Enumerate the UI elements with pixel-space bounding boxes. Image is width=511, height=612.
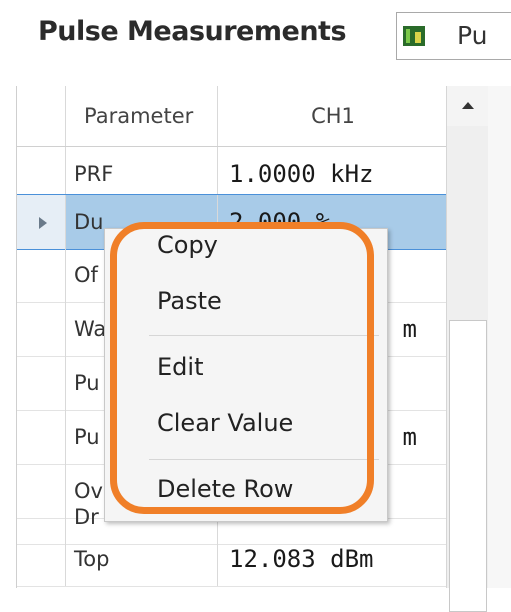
panel-title: Pulse Measurements [38, 16, 347, 47]
row-selector[interactable] [17, 248, 66, 302]
vertical-scrollbar[interactable] [446, 86, 489, 612]
row-selector[interactable] [17, 532, 66, 586]
table-header-row: Parameter CH1 [17, 86, 447, 147]
scroll-up-arrow-icon[interactable] [447, 86, 489, 126]
context-menu-clear-value[interactable]: Clear Value [157, 409, 293, 437]
context-menu-separator [149, 335, 379, 336]
context-menu: Copy Paste Edit Clear Value Delete Row [104, 228, 388, 522]
column-header-parameter[interactable]: Parameter [66, 86, 218, 146]
row-selector[interactable] [17, 195, 66, 249]
right-gutter [488, 86, 511, 588]
column-header-ch1[interactable]: CH1 [219, 86, 447, 146]
row-selector[interactable] [17, 356, 66, 410]
row-selector[interactable] [17, 302, 66, 356]
row-selector[interactable] [17, 147, 66, 201]
ch1-cell[interactable]: 1.0000 kHz [219, 147, 447, 201]
row-selector[interactable] [17, 410, 66, 464]
context-menu-copy[interactable]: Copy [157, 231, 218, 259]
table-row[interactable]: Top 12.083 dBm [17, 532, 447, 587]
current-row-arrow-icon [39, 217, 47, 229]
scrollbar-thumb[interactable] [449, 320, 487, 612]
panel-dropdown[interactable]: Pu [396, 12, 511, 60]
context-menu-delete-row[interactable]: Delete Row [157, 475, 293, 503]
context-menu-separator [149, 459, 379, 460]
context-menu-edit[interactable]: Edit [157, 353, 203, 381]
parameter-cell[interactable]: Top [66, 532, 218, 586]
ch1-cell[interactable]: 12.083 dBm [219, 532, 447, 586]
row-selector-header [17, 86, 66, 146]
chart-icon [403, 26, 425, 46]
context-menu-paste[interactable]: Paste [157, 287, 222, 315]
parameter-cell[interactable]: PRF [66, 147, 218, 201]
panel-dropdown-label: Pu [457, 21, 488, 50]
